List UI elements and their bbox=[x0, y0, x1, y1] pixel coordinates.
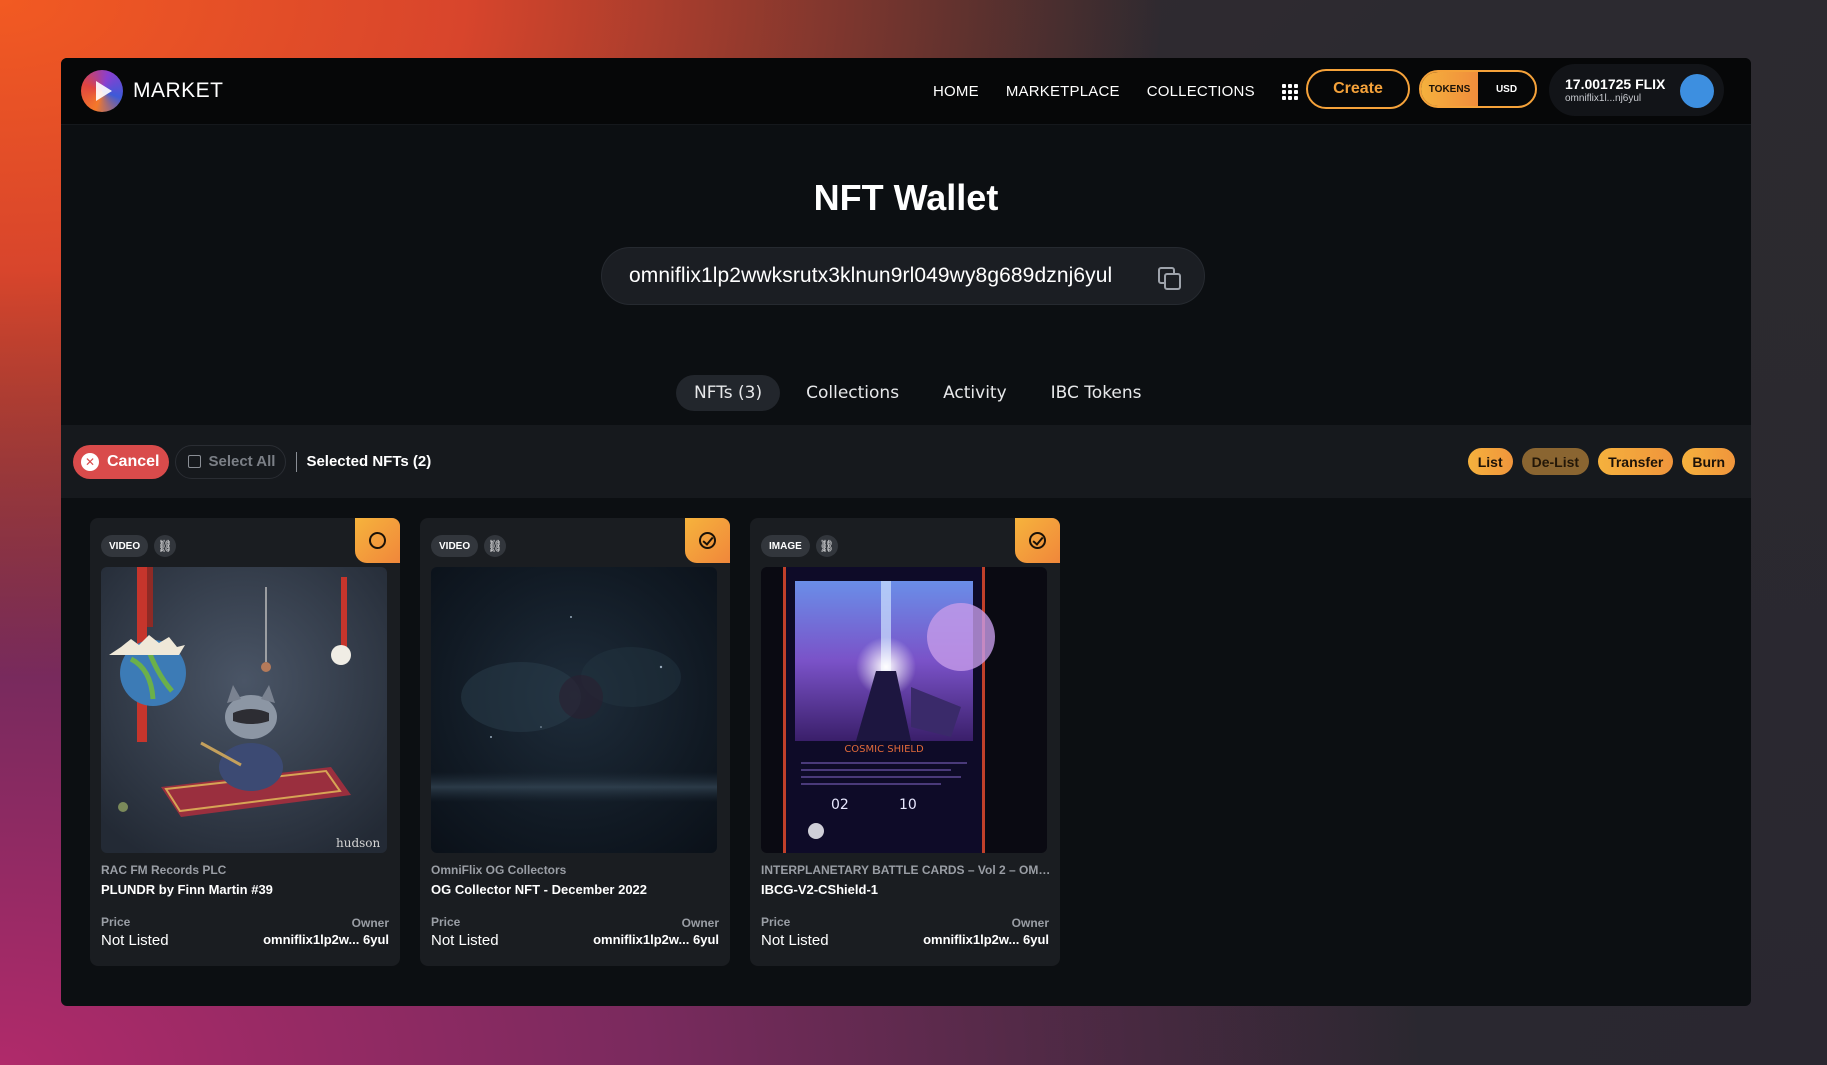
owner-value: omniflix1lp2w... 6yul bbox=[263, 932, 389, 947]
price-label: Price bbox=[431, 915, 461, 929]
link-icon: ⛓ bbox=[154, 535, 177, 557]
cancel-button[interactable]: ✕ Cancel bbox=[73, 444, 170, 479]
tab-collections[interactable]: Collections bbox=[788, 375, 917, 411]
transfer-button[interactable]: Transfer bbox=[1598, 448, 1674, 475]
owner-value: omniflix1lp2w... 6yul bbox=[593, 932, 719, 947]
nft-select-toggle[interactable] bbox=[1015, 518, 1060, 563]
toolbar-divider bbox=[296, 451, 298, 472]
bulk-actions: List De-List Transfer Burn bbox=[1467, 448, 1735, 475]
wallet-address-box: omniflix1lp2wwksrutx3klnun9rl049wy8g689d… bbox=[601, 247, 1205, 305]
nft-name[interactable]: PLUNDR by Finn Martin #39 bbox=[101, 882, 273, 897]
list-button[interactable]: List bbox=[1467, 448, 1513, 475]
svg-text:02: 02 bbox=[831, 797, 849, 813]
create-button[interactable]: Create bbox=[1306, 69, 1410, 109]
copy-icon[interactable] bbox=[1158, 267, 1181, 290]
burn-button[interactable]: Burn bbox=[1682, 448, 1735, 475]
owner-label: Owner bbox=[351, 916, 389, 930]
nft-card[interactable]: VIDEO ⛓ bbox=[90, 518, 400, 966]
price-value: Not Listed bbox=[761, 932, 829, 949]
owner-value: omniflix1lp2w... 6yul bbox=[923, 932, 1049, 947]
nft-collection[interactable]: INTERPLANETARY BATTLE CARDS – Vol 2 – OM… bbox=[761, 863, 1051, 877]
nav-home[interactable]: HOME bbox=[933, 83, 979, 100]
wallet-balance: 17.001725 FLIX bbox=[1565, 76, 1666, 92]
top-nav: MARKET HOME MARKETPLACE COLLECTIONS Crea… bbox=[61, 58, 1751, 125]
tab-nfts[interactable]: NFTs (3) bbox=[676, 375, 781, 411]
nav-collections[interactable]: COLLECTIONS bbox=[1147, 83, 1255, 100]
media-type-badge: IMAGE bbox=[761, 535, 810, 557]
nft-name[interactable]: OG Collector NFT - December 2022 bbox=[431, 882, 647, 897]
select-all-label: Select All bbox=[208, 453, 276, 470]
currency-toggle: TOKENS USD bbox=[1419, 70, 1537, 108]
app-window: MARKET HOME MARKETPLACE COLLECTIONS Crea… bbox=[61, 58, 1751, 1006]
select-all-button[interactable]: Select All bbox=[175, 444, 287, 479]
apps-grid-icon[interactable] bbox=[1281, 83, 1298, 100]
media-type-badge: VIDEO bbox=[101, 535, 149, 557]
tab-activity[interactable]: Activity bbox=[925, 375, 1025, 411]
nft-thumbnail[interactable]: hudson bbox=[101, 567, 387, 853]
account-chip[interactable]: 17.001725 FLIX omniflix1l...nj6yul bbox=[1549, 64, 1724, 116]
media-type-badge: VIDEO bbox=[431, 535, 479, 557]
select-all-checkbox[interactable] bbox=[188, 455, 202, 468]
owner-label: Owner bbox=[681, 916, 719, 930]
avatar[interactable] bbox=[1680, 74, 1714, 108]
nav-marketplace[interactable]: MARKETPLACE bbox=[1006, 83, 1120, 100]
selected-count: Selected NFTs (2) bbox=[306, 453, 432, 470]
page-title: NFT Wallet bbox=[813, 177, 999, 218]
svg-text:hudson: hudson bbox=[336, 836, 381, 850]
nft-card[interactable]: IMAGE ⛓ COSMIC SHIELD 02 10 INTERPLANETA… bbox=[750, 518, 1060, 966]
owner-label: Owner bbox=[1011, 916, 1049, 930]
link-icon: ⛓ bbox=[484, 535, 507, 557]
nft-select-toggle[interactable] bbox=[355, 518, 400, 563]
delist-button[interactable]: De-List bbox=[1521, 448, 1590, 475]
svg-text:COSMIC SHIELD: COSMIC SHIELD bbox=[844, 744, 924, 755]
wallet-tabs: NFTs (3) Collections Activity IBC Tokens bbox=[676, 375, 1160, 411]
link-icon: ⛓ bbox=[815, 535, 838, 557]
nft-thumbnail[interactable]: COSMIC SHIELD 02 10 bbox=[761, 567, 1047, 853]
x-circle-icon: ✕ bbox=[81, 452, 99, 471]
nft-card[interactable]: VIDEO ⛓ bbox=[420, 518, 730, 966]
circle-check-icon bbox=[699, 532, 716, 549]
price-value: Not Listed bbox=[431, 932, 499, 949]
price-label: Price bbox=[761, 915, 791, 929]
currency-option-usd[interactable]: USD bbox=[1478, 72, 1535, 106]
currency-option-tokens[interactable]: TOKENS bbox=[1421, 72, 1478, 106]
omniflix-logo-icon bbox=[81, 70, 123, 112]
svg-text:10: 10 bbox=[899, 797, 917, 813]
tab-ibc-tokens[interactable]: IBC Tokens bbox=[1033, 375, 1160, 411]
circle-check-icon bbox=[1029, 532, 1046, 549]
cancel-label: Cancel bbox=[107, 452, 160, 470]
wallet-address-short: omniflix1l...nj6yul bbox=[1565, 93, 1642, 104]
nft-select-toggle[interactable] bbox=[685, 518, 730, 563]
nft-name[interactable]: IBCG-V2-CShield-1 bbox=[761, 882, 878, 897]
wallet-hero: NFT Wallet omniflix1lp2wwksrutx3klnun9rl… bbox=[61, 125, 1751, 425]
circle-icon bbox=[369, 532, 386, 549]
nft-grid: VIDEO ⛓ hudson RAC FM Records PLC PLUNDR… bbox=[90, 518, 1060, 966]
main-nav: HOME MARKETPLACE COLLECTIONS bbox=[933, 58, 1298, 125]
bulk-action-toolbar: ✕ Cancel Select All Selected NFTs (2) Li… bbox=[61, 425, 1751, 498]
nft-collection[interactable]: RAC FM Records PLC bbox=[101, 863, 391, 877]
logo-text: MARKET bbox=[133, 79, 224, 102]
logo[interactable]: MARKET bbox=[81, 70, 224, 112]
price-value: Not Listed bbox=[101, 932, 169, 949]
wallet-address: omniflix1lp2wwksrutx3klnun9rl049wy8g689d… bbox=[629, 264, 1113, 287]
nft-collection[interactable]: OmniFlix OG Collectors bbox=[431, 863, 721, 877]
nft-thumbnail[interactable] bbox=[431, 567, 717, 853]
price-label: Price bbox=[101, 915, 131, 929]
